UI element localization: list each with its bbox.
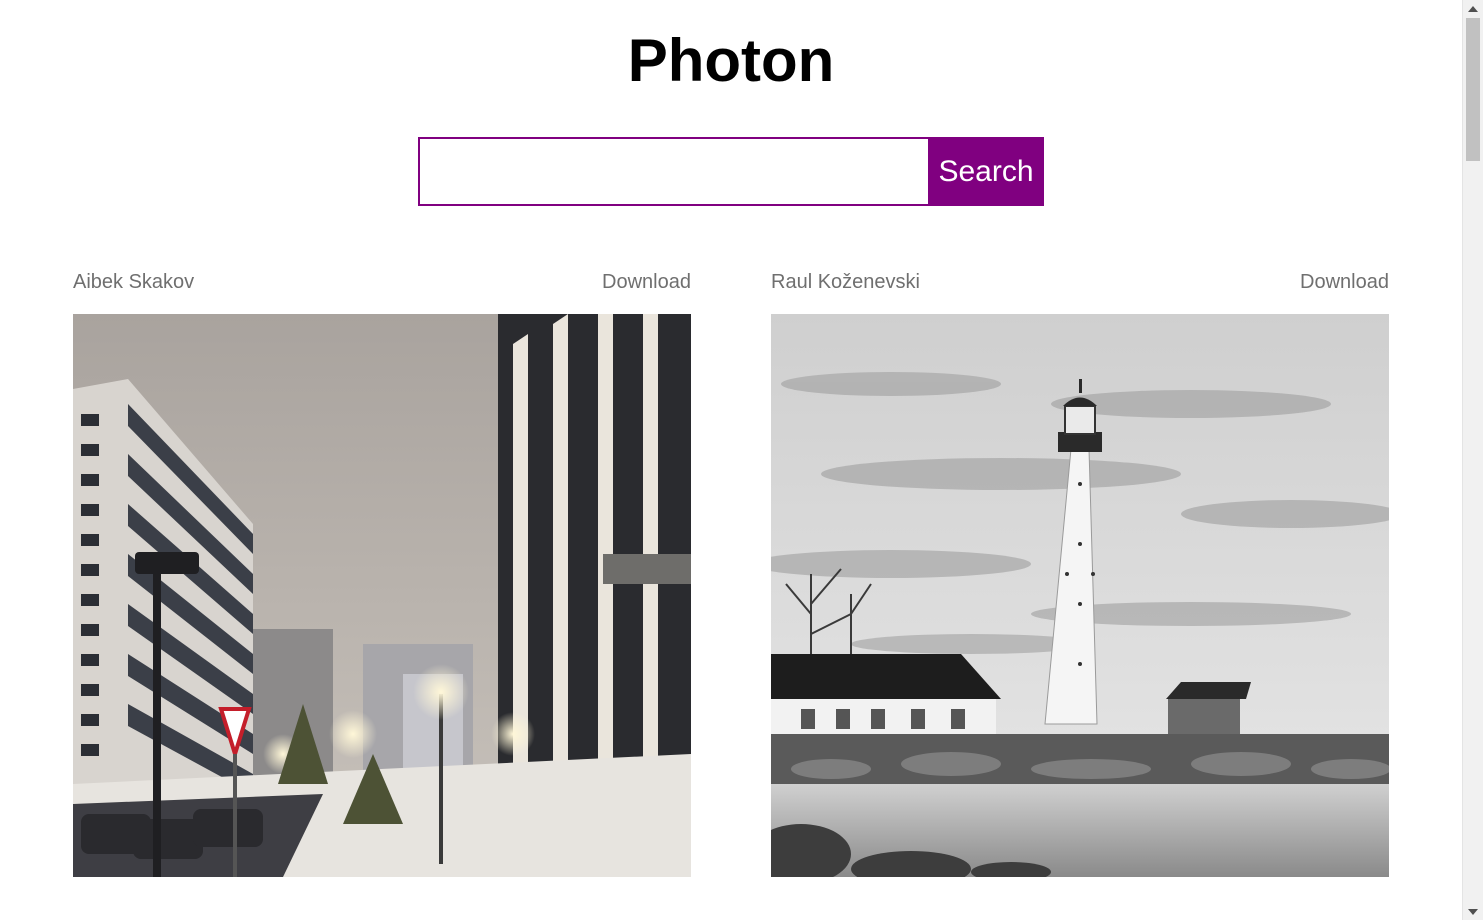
search-button[interactable]: Search <box>928 137 1044 206</box>
search-form: Search <box>418 137 1044 206</box>
page: Photon Search Aibek Skakov Download Raul… <box>0 0 1462 920</box>
app-title: Photon <box>627 27 835 94</box>
scroll-down-arrow-icon[interactable] <box>1463 903 1483 920</box>
vertical-scrollbar[interactable] <box>1462 0 1483 920</box>
download-link[interactable]: Download <box>1300 271 1389 294</box>
download-link[interactable]: Download <box>602 271 691 294</box>
photo-card: Aibek Skakov Download <box>73 268 691 877</box>
scroll-up-arrow-icon[interactable] <box>1463 0 1483 17</box>
photo-card: Raul Koženevski Download <box>771 268 1389 877</box>
photo-author: Aibek Skakov <box>73 270 195 293</box>
photo-card-header: Aibek Skakov Download <box>73 268 691 296</box>
photo-author: Raul Koženevski <box>771 270 920 293</box>
scrollbar-thumb[interactable] <box>1466 18 1480 161</box>
photo-image[interactable] <box>73 314 691 877</box>
photo-card-header: Raul Koženevski Download <box>771 268 1389 296</box>
photo-image[interactable] <box>771 314 1389 877</box>
search-input[interactable] <box>418 137 928 206</box>
